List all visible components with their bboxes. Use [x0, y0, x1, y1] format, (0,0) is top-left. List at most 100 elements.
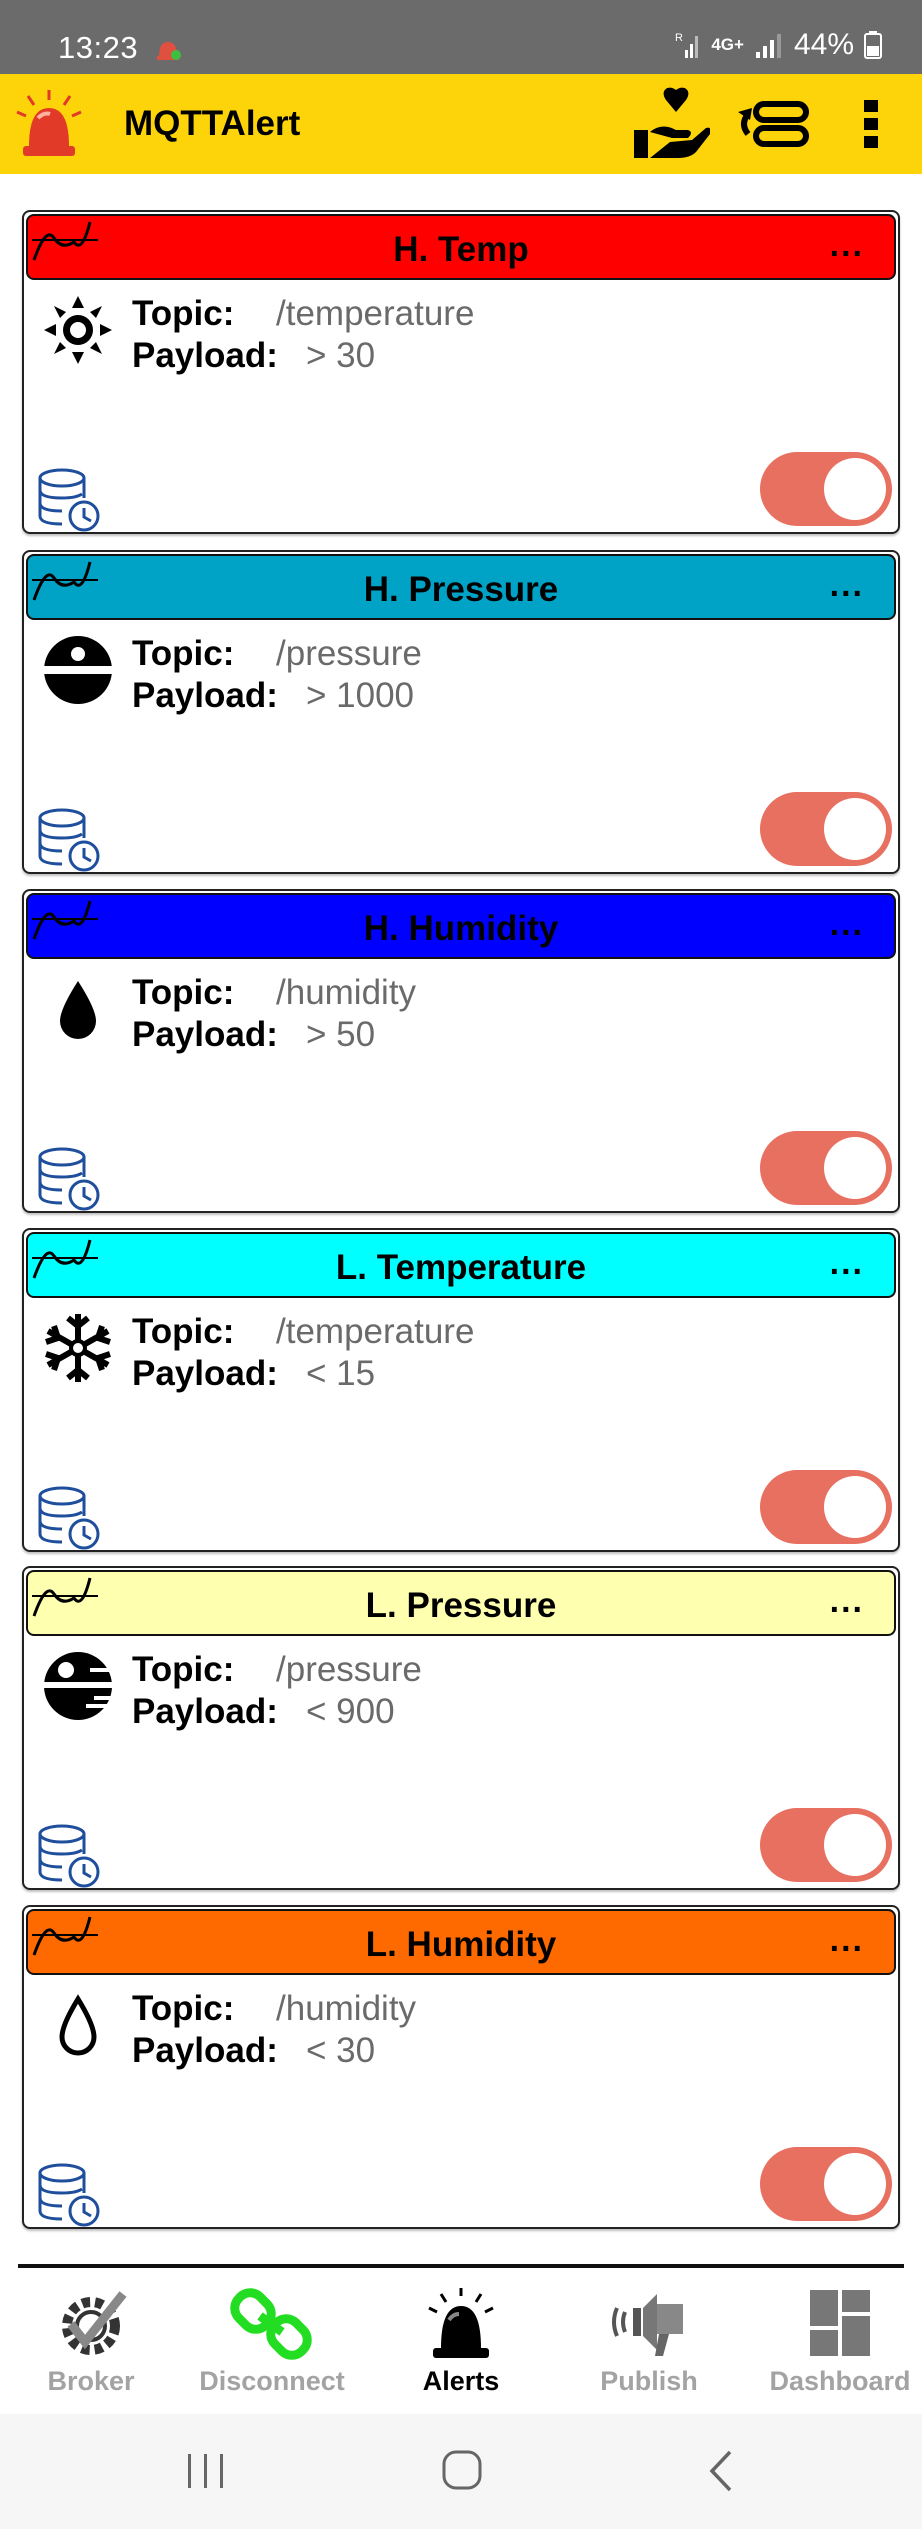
topic-value: /pressure	[276, 1650, 422, 1689]
alert-card[interactable]: L. Temperature... Topic: /temperature Paylo…	[22, 1228, 900, 1552]
nav-alerts-label: Alerts	[422, 2366, 500, 2396]
sun-icon	[44, 296, 112, 364]
status-bar: 13:23 R 4G+ 44%	[0, 0, 922, 74]
toggle-knob	[824, 1137, 886, 1199]
alert-card[interactable]: H. Temp... Topic: /temperature Payload: > 30	[22, 210, 900, 534]
siren-icon	[16, 90, 82, 156]
payload-label: Payload:	[132, 336, 278, 375]
nav-disconnect-label: Disconnect	[199, 2366, 345, 2396]
snowflake-icon	[45, 1314, 111, 1382]
alert-title: L. Pressure	[365, 1586, 557, 1625]
alert-toggle[interactable]	[760, 792, 892, 866]
notification-siren-icon	[157, 42, 181, 60]
disconnect-link-icon	[230, 2288, 312, 2360]
alert-card-header: H. Temp...	[26, 214, 896, 280]
network-type: 4G+	[711, 35, 744, 54]
signal-r-icon: R	[675, 32, 699, 58]
alert-menu-button[interactable]: ...	[830, 566, 864, 605]
payload-value: > 1000	[306, 676, 415, 715]
donate-heart-icon[interactable]	[626, 86, 710, 162]
battery-icon	[864, 31, 882, 59]
topic-value: /humidity	[276, 973, 417, 1012]
alert-toggle[interactable]	[760, 1808, 892, 1882]
alert-title: H. Temp	[393, 230, 529, 269]
battery-level: 44%	[793, 28, 854, 61]
alert-menu-button[interactable]: ...	[830, 226, 864, 265]
system-nav-bar	[0, 2414, 922, 2529]
nav-disconnect[interactable]: Disconnect	[198, 2274, 346, 2404]
nav-alerts[interactable]: Alerts	[400, 2274, 522, 2404]
svg-text:R: R	[675, 32, 683, 44]
topic-value: /temperature	[276, 294, 475, 333]
alert-title: H. Humidity	[363, 909, 559, 948]
nav-dashboard-label: Dashboard	[769, 2366, 911, 2396]
database-history-icon[interactable]	[36, 806, 102, 872]
payload-value: > 50	[306, 1015, 376, 1054]
alert-title: L. Temperature	[335, 1248, 587, 1287]
alert-menu-button[interactable]: ...	[830, 905, 864, 944]
nav-publish[interactable]: Publish	[588, 2274, 710, 2404]
topic-label: Topic:	[132, 1989, 235, 2028]
topic-value: /pressure	[276, 634, 422, 673]
toggle-knob	[824, 1476, 886, 1538]
alerts-siren-icon	[428, 2288, 494, 2358]
drop-filled-icon	[60, 981, 96, 1039]
topic-label: Topic:	[132, 1312, 235, 1351]
alert-card-header: H. Pressure...	[26, 554, 896, 620]
database-history-icon[interactable]	[36, 1145, 102, 1211]
dashboard-grid-icon	[810, 2290, 870, 2356]
home-icon[interactable]	[432, 2444, 492, 2498]
topic-label: Topic:	[132, 1650, 235, 1689]
database-history-icon[interactable]	[36, 1822, 102, 1888]
topic-label: Topic:	[132, 294, 235, 333]
alert-card-header: L. Humidity...	[26, 1909, 896, 1975]
publish-megaphone-icon	[612, 2294, 683, 2356]
recent-apps-icon[interactable]	[176, 2444, 236, 2498]
alert-menu-button[interactable]: ...	[830, 1244, 864, 1283]
alert-card-header: H. Humidity...	[26, 893, 896, 959]
nav-divider	[18, 2264, 904, 2268]
drop-outline-icon	[59, 1994, 97, 2056]
app-bar: MQTTAlert	[0, 74, 922, 174]
database-history-icon[interactable]	[36, 2161, 102, 2227]
nav-broker-label: Broker	[47, 2366, 135, 2396]
sync-icon[interactable]	[734, 86, 812, 162]
nav-publish-label: Publish	[600, 2366, 698, 2396]
database-history-icon[interactable]	[36, 466, 102, 532]
alert-card[interactable]: L. Pressure... Topic: /pressure Payload: < 9…	[22, 1566, 900, 1890]
alert-card[interactable]: H. Humidity... Topic: /humidity Payload: > 5…	[22, 889, 900, 1213]
payload-value: < 15	[306, 1354, 376, 1393]
alert-toggle[interactable]	[760, 1470, 892, 1544]
alert-toggle[interactable]	[760, 452, 892, 526]
topic-value: /temperature	[276, 1312, 475, 1351]
toggle-knob	[824, 458, 886, 520]
payload-value: < 30	[306, 2031, 376, 2070]
more-vert-icon[interactable]	[852, 86, 892, 162]
alert-title: L. Humidity	[365, 1925, 557, 1964]
broker-gear-icon	[62, 2291, 127, 2355]
app-title: MQTTAlert	[124, 104, 301, 143]
status-time: 13:23	[58, 30, 139, 65]
payload-label: Payload:	[132, 1015, 278, 1054]
alert-card-header: L. Pressure...	[26, 1570, 896, 1636]
bottom-nav: Broker Disconnect Alerts Publish Dashboa…	[0, 2264, 922, 2414]
alert-toggle[interactable]	[760, 2147, 892, 2221]
nav-dashboard[interactable]: Dashboard	[766, 2274, 914, 2404]
nav-broker[interactable]: Broker	[28, 2274, 154, 2404]
alert-menu-button[interactable]: ...	[830, 1582, 864, 1621]
database-history-icon[interactable]	[36, 1484, 102, 1550]
alert-card[interactable]: L. Humidity... Topic: /humidity Payload: < 3…	[22, 1905, 900, 2229]
payload-label: Payload:	[132, 676, 278, 715]
back-icon[interactable]	[692, 2444, 752, 2498]
alert-toggle[interactable]	[760, 1131, 892, 1205]
alert-card[interactable]: H. Pressure... Topic: /pressure Payload: > 1…	[22, 550, 900, 874]
payload-label: Payload:	[132, 1692, 278, 1731]
alert-title: H. Pressure	[363, 570, 559, 609]
status-indicators: R 4G+ 44%	[675, 28, 882, 62]
alert-card-header: L. Temperature...	[26, 1232, 896, 1298]
signal-icon	[755, 34, 781, 58]
alert-menu-button[interactable]: ...	[830, 1921, 864, 1960]
pressure-low-icon	[42, 1652, 116, 1720]
topic-value: /humidity	[276, 1989, 417, 2028]
toggle-knob	[824, 2153, 886, 2215]
